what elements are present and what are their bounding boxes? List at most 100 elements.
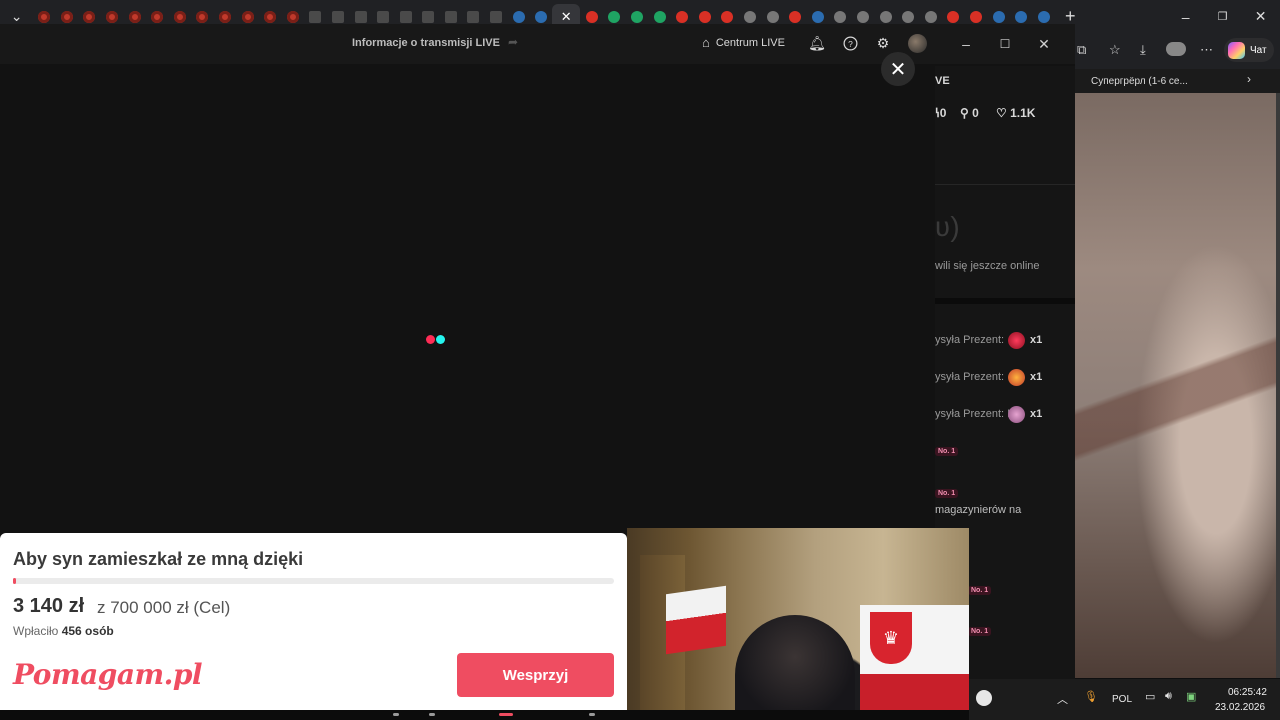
tab-favicon-icon [1037, 10, 1050, 23]
tray-chevron-up-icon[interactable]: ︿ [1057, 691, 1068, 707]
more-menu-icon[interactable]: ⋯ [1200, 42, 1213, 58]
tab-favicon-icon [128, 10, 141, 23]
heart-gift-icon [1008, 406, 1025, 423]
settings-gear-icon[interactable]: ⚙ [874, 34, 892, 52]
pomagam-logo[interactable]: Pomagam.pl [13, 658, 203, 691]
chat-label: Чат [1250, 44, 1267, 56]
heart-icon: ♡ [996, 106, 1011, 120]
battery-icon[interactable]: ▣ [1186, 690, 1196, 703]
copilot-chat-button[interactable]: Чат [1224, 38, 1274, 62]
tab-favicon-icon [608, 10, 621, 23]
tab-favicon-icon [60, 10, 73, 23]
favorites-star-icon[interactable]: ☆ [1109, 42, 1121, 58]
tab-favicon-icon [766, 10, 779, 23]
tab-favicon-icon [241, 10, 254, 23]
browser-maximize-icon[interactable]: ❐ [1208, 6, 1238, 28]
goal-amount: z 700 000 zł (Cel) [97, 598, 231, 617]
help-icon[interactable]: ? [841, 34, 859, 52]
browser-minimize-icon[interactable]: – [1171, 6, 1201, 28]
profile-avatar[interactable] [1166, 42, 1186, 56]
window-maximize-icon[interactable]: ☐ [995, 34, 1015, 54]
live-video-area[interactable] [0, 66, 935, 536]
empty-state-icon: ʋ) [935, 211, 960, 242]
tab-favicon-icon [856, 10, 869, 23]
live-info-title[interactable]: Informacje o transmisji LIVE [352, 37, 500, 49]
clock-app-icon[interactable] [976, 690, 992, 706]
user-avatar[interactable] [908, 34, 927, 53]
gift-count: x1 [1030, 408, 1043, 420]
tab-favicon-icon [490, 10, 503, 23]
svg-text:?: ? [848, 38, 853, 48]
tab-favicon-icon [653, 10, 666, 23]
tab-favicon-icon [992, 10, 1005, 23]
gift-count: x1 [1030, 371, 1043, 383]
tab-favicon-icon [789, 10, 802, 23]
scroll-indicator-active [499, 713, 513, 716]
raised-amount: 3 140 zł [13, 595, 85, 617]
gift-message: ysyła Prezent: [935, 334, 1005, 346]
copilot-logo-icon [1228, 41, 1245, 59]
download-icon[interactable]: ⤓ [1140, 42, 1146, 58]
webcam-flag-left [666, 585, 726, 655]
clock-date[interactable]: 23.02.2026 [1215, 702, 1265, 713]
volume-icon[interactable]: 🔊︎ [1165, 690, 1172, 703]
tab-favicon-icon [173, 10, 186, 23]
tab-favicon-icon [218, 10, 231, 23]
rank-badge: No. 1 [935, 489, 959, 498]
person-add-icon: ⚲ [960, 106, 973, 120]
scroll-indicator [393, 713, 399, 716]
tab-favicon-icon [879, 10, 892, 23]
window-minimize-icon[interactable]: – [956, 34, 976, 54]
tab-favicon-icon [924, 10, 937, 23]
tab-favicon-icon [467, 10, 480, 23]
rank-badge: No. 1 [968, 586, 992, 595]
scroll-indicator [429, 713, 435, 716]
tab-favicon-icon [264, 10, 277, 23]
tiktok-header: Informacje o transmisji LIVE ➦ ⌂ Centrum… [0, 24, 1075, 64]
tab-favicon-icon [721, 10, 734, 23]
microphone-icon[interactable]: 🎙︎ [1084, 690, 1098, 703]
chevron-right-icon[interactable]: › [1247, 72, 1251, 86]
loading-dot-cyan-icon [436, 335, 445, 344]
tab-favicon-icon [744, 10, 756, 23]
extensions-icon[interactable]: ⧉ [1077, 42, 1086, 58]
support-button[interactable]: Wesprzyj [457, 653, 614, 697]
language-indicator[interactable]: POL [1112, 694, 1132, 705]
rank-badge: No. 1 [968, 627, 992, 636]
tab-favicon-icon [535, 10, 548, 23]
centrum-live-link[interactable]: ⌂ Centrum LIVE [702, 35, 785, 50]
rank-badge: No. 1 [935, 447, 959, 456]
tab-favicon-icon [286, 10, 299, 23]
tab-favicon-icon [399, 10, 412, 23]
tab-favicon-icon [676, 10, 689, 23]
window-close-icon[interactable]: ✕ [1034, 34, 1054, 54]
fundraiser-title: Aby syn zamieszkał ze mną dzięki [13, 549, 304, 569]
share-icon[interactable]: ➦ [508, 35, 518, 49]
donors-count: Wpłaciło 456 osób [13, 624, 114, 638]
tab-favicon-icon [902, 10, 915, 23]
follower-stat: ⚲ 0 [960, 106, 979, 120]
polish-eagle-icon: ♛ [870, 612, 912, 664]
progress-fill [13, 578, 16, 584]
bell-icon[interactable]: 🔔︎ [808, 34, 826, 52]
tab-favicon-icon [377, 10, 390, 23]
network-icon[interactable]: ▭ [1145, 690, 1155, 703]
tab-favicon-icon [969, 10, 982, 23]
clock-time[interactable]: 06:25:42 [1228, 687, 1267, 698]
likes-stat: ♡ 1.1K [996, 106, 1036, 120]
tab-favicon-icon [151, 10, 164, 23]
divider [935, 298, 1075, 304]
scrollbar[interactable] [1276, 93, 1280, 678]
gift-message: ysyła Prezent: I [935, 408, 1011, 420]
home-icon: ⌂ [702, 35, 710, 50]
tab-favicon-icon [444, 10, 457, 23]
browser-close-icon[interactable]: ✕ [1246, 6, 1276, 28]
tab-favicon-icon [83, 10, 96, 23]
tab-favicon-icon [331, 10, 344, 23]
close-video-button[interactable]: ✕ [881, 52, 915, 86]
bottom-strip [0, 710, 969, 720]
gift-count: x1 [1030, 334, 1043, 346]
online-text: wili się jeszcze online [935, 260, 1040, 272]
tab-favicon-icon [422, 10, 435, 23]
tab-favicon-icon [811, 10, 824, 23]
